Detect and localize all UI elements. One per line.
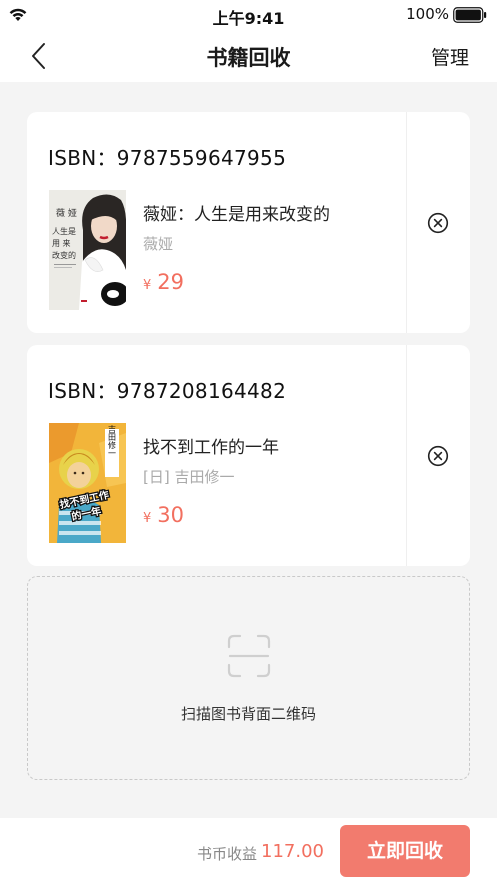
book-isbn: ISBN：9787208164482 <box>48 379 287 403</box>
scan-barcode-area[interactable]: 扫描图书背面二维码 <box>27 576 470 780</box>
price-amount: 30 <box>157 503 185 527</box>
book-card: ISBN：9787559647955 薇 娅 人生是 用 来 改变的 薇娅：人生… <box>27 112 470 333</box>
cover-title-line: 改变的 <box>52 250 76 260</box>
book-isbn: ISBN：9787559647955 <box>48 146 287 170</box>
cover-title-line: 用 来 <box>52 239 71 248</box>
book-card: ISBN：9787208164482 吉田修一 找不到工作 的一年 找不到工作的… <box>27 345 470 566</box>
coin-earnings-label: 书币收益 <box>196 845 257 863</box>
manage-button[interactable]: 管理 <box>431 43 469 70</box>
card-divider <box>406 112 407 333</box>
recycle-now-button[interactable]: 立即回收 <box>340 825 470 877</box>
book-cover-image: 薇 娅 人生是 用 来 改变的 <box>49 190 126 310</box>
nav-bar: 书籍回收 管理 <box>0 30 497 82</box>
remove-circle-icon[interactable] <box>427 445 449 467</box>
page-title: 书籍回收 <box>206 46 291 70</box>
book-title: 找不到工作的一年 <box>143 438 279 458</box>
card-divider <box>406 345 407 566</box>
book-author: 薇娅 <box>143 235 174 253</box>
cover-author-text: 吉田修一 <box>108 425 117 457</box>
book-title: 薇娅：人生是用来改变的 <box>143 205 330 225</box>
currency-symbol: ¥ <box>143 278 152 293</box>
book-cover-image: 吉田修一 找不到工作 的一年 <box>49 423 126 543</box>
scan-icon <box>227 634 271 678</box>
battery-percentage: 100% <box>406 5 449 23</box>
remove-circle-icon[interactable] <box>427 212 449 234</box>
bottom-bar: 书币收益 117.00 立即回收 <box>0 818 497 883</box>
status-bar: 上午9:41 100% <box>0 0 497 30</box>
book-price: ¥30 <box>143 503 184 527</box>
battery-icon <box>453 7 487 23</box>
cover-title-line: 薇 娅 <box>56 207 77 219</box>
coin-earnings-amount: 117.00 <box>261 841 324 862</box>
scan-label: 扫描图书背面二维码 <box>180 705 316 723</box>
price-amount: 29 <box>157 270 185 294</box>
cover-title-line: 人生是 <box>52 226 76 236</box>
book-author: [日] 吉田修一 <box>143 468 235 486</box>
currency-symbol: ¥ <box>143 511 152 526</box>
book-price: ¥29 <box>143 270 184 294</box>
